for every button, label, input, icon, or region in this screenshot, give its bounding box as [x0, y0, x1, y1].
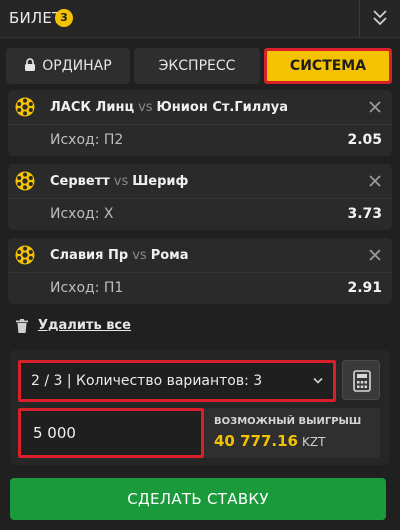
possible-win-amount: 40 777.16 KZT: [214, 432, 325, 450]
close-icon[interactable]: [368, 174, 382, 188]
bet-card: ЛАСК Линц vs Юнион Ст.Гиллуа Исход: П2 2.0…: [8, 90, 392, 156]
trash-icon: [16, 319, 28, 333]
away-team: Шериф: [132, 174, 189, 189]
vs-label: vs: [138, 100, 153, 115]
currency-label: KZT: [301, 435, 326, 449]
away-team: Рома: [150, 248, 189, 263]
calculator-button[interactable]: [342, 360, 380, 400]
bet-card: Серветт vs Шериф Исход: X 3.73: [8, 164, 392, 230]
double-chevron-down-icon: [373, 10, 387, 26]
bet-count-badge: 3: [55, 9, 73, 27]
calculator-icon: [353, 370, 371, 392]
ticket-header: БИЛЕТ 3: [0, 0, 400, 38]
football-icon: [15, 171, 35, 191]
home-team: Славия Пр: [50, 248, 129, 263]
bet-divider: [8, 124, 392, 125]
match-teams: ЛАСК Линц vs Юнион Ст.Гиллуа: [50, 100, 288, 115]
possible-win-box: ВОЗМОЖНЫЙ ВЫИГРЫШ 40 777.16 KZT: [204, 408, 380, 458]
vs-label: vs: [113, 174, 129, 189]
remove-all-label: Удалить все: [38, 318, 131, 333]
home-team: Серветт: [50, 174, 110, 189]
system-variant-value: 2 / 3 | Количество вариантов: 3: [31, 373, 263, 389]
bet-divider: [8, 272, 392, 273]
football-icon: [15, 97, 35, 117]
match-teams: Серветт vs Шериф: [50, 174, 188, 189]
vs-label: vs: [132, 248, 147, 263]
close-icon[interactable]: [368, 100, 382, 114]
close-icon[interactable]: [368, 248, 382, 262]
system-variant-select[interactable]: 2 / 3 | Количество вариантов: 3: [18, 360, 336, 402]
bet-card: Славия Пр vs Рома Исход: П1 2.91: [8, 238, 392, 304]
bet-odds: 2.91: [347, 280, 382, 296]
tab-single[interactable]: ОРДИНАР: [6, 48, 130, 84]
lock-icon: [25, 58, 36, 71]
possible-win-value: 40 777.16: [214, 432, 298, 450]
tab-single-label: ОРДИНАР: [42, 58, 112, 74]
tab-system[interactable]: СИСТЕМА: [264, 48, 392, 84]
bet-odds: 2.05: [347, 132, 382, 148]
place-bet-button[interactable]: СДЕЛАТЬ СТАВКУ: [10, 478, 386, 520]
tab-express-label: ЭКСПРЕСС: [158, 58, 236, 74]
bet-outcome: Исход: П1: [50, 280, 124, 296]
bet-type-tabs: ОРДИНАР ЭКСПРЕСС СИСТЕМА: [6, 48, 392, 84]
home-team: ЛАСК Линц: [50, 100, 135, 115]
bet-outcome: Исход: П2: [50, 132, 124, 148]
possible-win-label: ВОЗМОЖНЫЙ ВЫИГРЫШ: [214, 416, 362, 427]
chevron-down-icon: [313, 377, 323, 384]
tab-express[interactable]: ЭКСПРЕСС: [134, 48, 260, 84]
bet-odds: 3.73: [347, 206, 382, 222]
system-settings-panel: 2 / 3 | Количество вариантов: 3 ВОЗМОЖНЫ…: [10, 350, 390, 465]
football-icon: [15, 245, 35, 265]
stake-input[interactable]: [18, 408, 204, 458]
away-team: Юнион Ст.Гиллуа: [156, 100, 289, 115]
ticket-title: БИЛЕТ: [9, 9, 62, 27]
bet-divider: [8, 198, 392, 199]
bet-outcome: Исход: X: [50, 206, 114, 222]
tab-system-label: СИСТЕМА: [289, 58, 367, 74]
collapse-button[interactable]: [360, 0, 400, 38]
match-teams: Славия Пр vs Рома: [50, 248, 189, 263]
